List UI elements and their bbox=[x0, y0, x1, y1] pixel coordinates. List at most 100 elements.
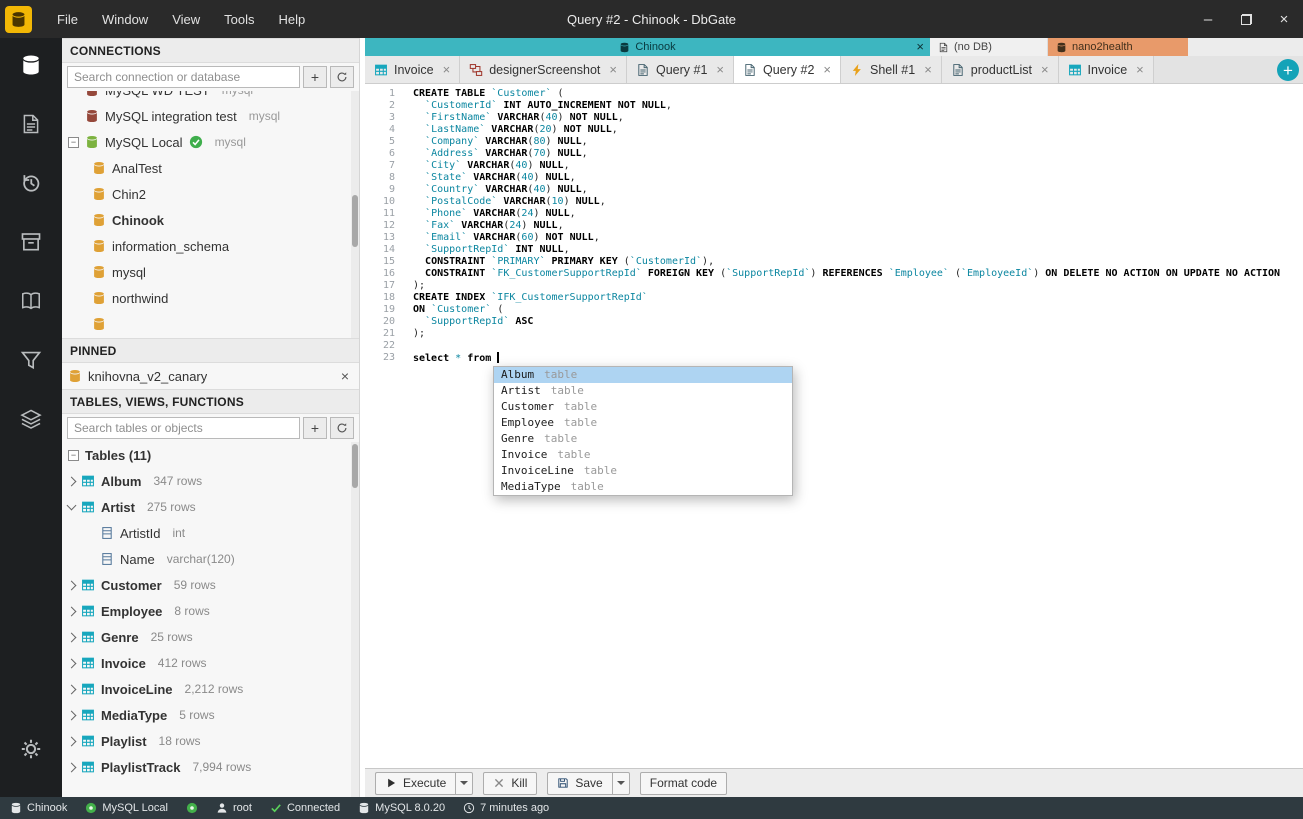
expand-icon[interactable] bbox=[66, 684, 77, 694]
status-connection[interactable]: MySQL Local bbox=[85, 802, 168, 814]
status-connected[interactable]: Connected bbox=[270, 802, 340, 814]
connection-search-input[interactable] bbox=[67, 66, 300, 88]
collapse-icon[interactable]: − bbox=[68, 136, 79, 148]
database-item-analtest[interactable]: AnalTest bbox=[62, 155, 359, 181]
expand-icon[interactable] bbox=[66, 710, 77, 720]
tab-query-1-2[interactable]: Query #1 × bbox=[626, 56, 734, 83]
expand-icon[interactable] bbox=[66, 476, 77, 486]
autocomplete-item-invoice[interactable]: Invoice table bbox=[494, 447, 792, 463]
close-icon[interactable]: × bbox=[716, 62, 724, 77]
close-icon[interactable]: × bbox=[609, 62, 617, 77]
table-item-album[interactable]: Album 347 rows bbox=[62, 468, 359, 494]
add-connection-button[interactable]: + bbox=[303, 66, 327, 88]
table-item-genre[interactable]: Genre 25 rows bbox=[62, 624, 359, 650]
tab-productlist-5[interactable]: productList × bbox=[941, 56, 1059, 83]
table-item-playlist[interactable]: Playlist 18 rows bbox=[62, 728, 359, 754]
database-item-chin2[interactable]: Chin2 bbox=[62, 181, 359, 207]
maximize-button[interactable] bbox=[1227, 0, 1265, 38]
kill-button[interactable]: Kill bbox=[483, 771, 538, 795]
connection-item-mysql-wd-test[interactable]: MySQL WD TESTmysql bbox=[62, 91, 359, 103]
menu-tools[interactable]: Tools bbox=[213, 7, 265, 32]
table-item-mediatype[interactable]: MediaType 5 rows bbox=[62, 702, 359, 728]
table-item-customer[interactable]: Customer 59 rows bbox=[62, 572, 359, 598]
close-icon[interactable]: × bbox=[443, 62, 451, 77]
expand-icon[interactable] bbox=[66, 632, 77, 642]
close-icon[interactable]: × bbox=[1041, 62, 1049, 77]
table-item-playlisttrack[interactable]: PlaylistTrack 7,994 rows bbox=[62, 754, 359, 780]
status-server-version[interactable]: MySQL 8.0.20 bbox=[358, 802, 445, 814]
add-object-button[interactable]: + bbox=[303, 417, 327, 439]
expand-icon[interactable] bbox=[66, 736, 77, 746]
table-item-artist[interactable]: Artist 275 rows bbox=[62, 494, 359, 520]
column-item-name[interactable]: Name varchar(120) bbox=[62, 546, 359, 572]
refresh-connections-button[interactable] bbox=[330, 66, 354, 88]
tab-invoice-6[interactable]: Invoice × bbox=[1058, 56, 1154, 83]
objects-search-input[interactable] bbox=[67, 417, 300, 439]
connection-item-mysql-integration-test[interactable]: MySQL integration test mysql bbox=[62, 103, 359, 129]
column-item-artistid[interactable]: ArtistId int bbox=[62, 520, 359, 546]
tab-group-no-db[interactable]: (no DB) bbox=[930, 38, 1048, 56]
sql-editor[interactable]: 1 CREATE TABLE `Customer` (2 `CustomerId`… bbox=[365, 84, 1303, 768]
autocomplete-item-employee[interactable]: Employee table bbox=[494, 415, 792, 431]
connections-scrollbar[interactable] bbox=[351, 91, 359, 338]
autocomplete-item-genre[interactable]: Genre table bbox=[494, 431, 792, 447]
expand-icon[interactable] bbox=[66, 762, 77, 772]
table-item-employee[interactable]: Employee 8 rows bbox=[62, 598, 359, 624]
expand-icon[interactable] bbox=[66, 658, 77, 668]
rail-file-button[interactable] bbox=[9, 101, 53, 147]
execute-button-dropdown[interactable] bbox=[455, 771, 474, 795]
autocomplete-item-invoiceline[interactable]: InvoiceLine table bbox=[494, 463, 792, 479]
expand-icon[interactable] bbox=[66, 500, 77, 511]
autocomplete-item-artist[interactable]: Artist table bbox=[494, 383, 792, 399]
status-database[interactable]: Chinook bbox=[10, 802, 67, 814]
connection-item-mysql-local[interactable]: − MySQL Local mysql bbox=[62, 129, 359, 155]
close-icon[interactable]: × bbox=[924, 62, 932, 77]
database-item-mysql[interactable]: mysql bbox=[62, 259, 359, 285]
autocomplete-item-album[interactable]: Album table bbox=[494, 367, 792, 383]
rail-archive-button[interactable] bbox=[9, 219, 53, 265]
tables-group-header[interactable]: − Tables (11) bbox=[62, 442, 359, 468]
rail-filter-button[interactable] bbox=[9, 337, 53, 383]
menu-view[interactable]: View bbox=[161, 7, 211, 32]
tab-shell-1-4[interactable]: Shell #1 × bbox=[841, 56, 942, 83]
format-code-button[interactable]: Format code bbox=[639, 771, 728, 795]
close-icon[interactable]: × bbox=[916, 39, 924, 54]
tables-scrollbar[interactable] bbox=[351, 442, 359, 797]
rail-database-button[interactable] bbox=[9, 42, 53, 88]
save-button[interactable]: Save bbox=[547, 771, 612, 795]
close-icon[interactable]: × bbox=[1136, 62, 1144, 77]
expand-icon[interactable] bbox=[66, 606, 77, 616]
database-item-northwind[interactable]: northwind bbox=[62, 285, 359, 311]
menu-file[interactable]: File bbox=[46, 7, 89, 32]
rail-history-button[interactable] bbox=[9, 160, 53, 206]
execute-button[interactable]: Execute bbox=[375, 771, 456, 795]
database-item-item[interactable] bbox=[62, 311, 359, 337]
minimize-button[interactable]: – bbox=[1189, 0, 1227, 38]
rail-book-button[interactable] bbox=[9, 278, 53, 324]
save-button-dropdown[interactable] bbox=[611, 771, 630, 795]
tab-group-nano2health[interactable]: nano2health bbox=[1048, 38, 1188, 56]
tab-invoice-0[interactable]: Invoice × bbox=[365, 56, 461, 83]
rail-gear-button[interactable] bbox=[9, 726, 53, 772]
status-saved-time[interactable]: 7 minutes ago bbox=[463, 802, 549, 814]
autocomplete-item-mediatype[interactable]: MediaType table bbox=[494, 479, 792, 495]
close-button[interactable]: × bbox=[1265, 0, 1303, 38]
status-user[interactable]: root bbox=[216, 802, 252, 814]
autocomplete-item-customer[interactable]: Customer table bbox=[494, 399, 792, 415]
status-sync-indicator[interactable] bbox=[186, 802, 198, 814]
tab-designerscreenshot-1[interactable]: designerScreenshot × bbox=[460, 56, 627, 83]
tab-group-chinook[interactable]: Chinook × bbox=[365, 38, 930, 56]
menu-help[interactable]: Help bbox=[268, 7, 317, 32]
refresh-objects-button[interactable] bbox=[330, 417, 354, 439]
tab-query-2-3[interactable]: Query #2 × bbox=[734, 56, 842, 83]
database-item-information-schema[interactable]: information_schema bbox=[62, 233, 359, 259]
expand-icon[interactable] bbox=[66, 580, 77, 590]
table-item-invoice[interactable]: Invoice 412 rows bbox=[62, 650, 359, 676]
close-icon[interactable]: × bbox=[823, 62, 831, 77]
database-item-chinook[interactable]: Chinook bbox=[62, 207, 359, 233]
new-tab-button[interactable]: + bbox=[1277, 59, 1299, 81]
close-icon[interactable]: × bbox=[337, 368, 353, 384]
pinned-item-knihovna-v2-canary[interactable]: knihovna_v2_canary × bbox=[62, 363, 359, 389]
rail-layers-button[interactable] bbox=[9, 396, 53, 442]
collapse-icon[interactable]: − bbox=[68, 449, 79, 461]
